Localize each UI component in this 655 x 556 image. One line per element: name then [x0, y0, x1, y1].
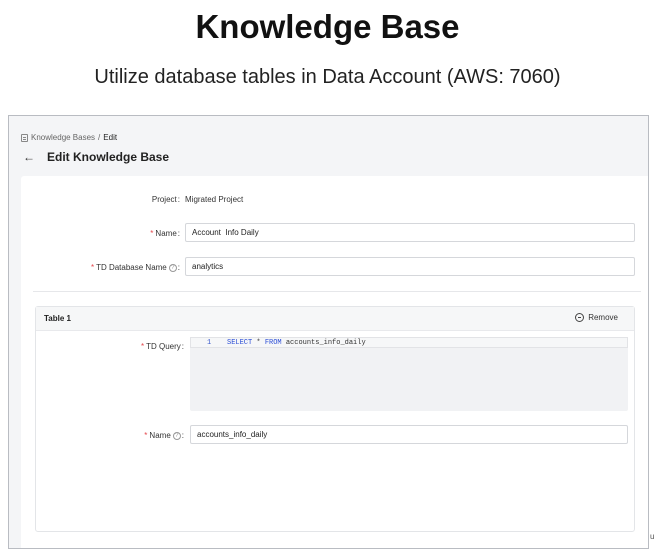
table-name-input[interactable] [190, 425, 628, 444]
project-value: Migrated Project [185, 195, 244, 204]
table-icon [21, 133, 28, 142]
project-label-text: Project [151, 195, 177, 204]
name-input[interactable] [185, 223, 635, 242]
label-colon: : [181, 431, 184, 440]
sql-keyword: SELECT [227, 339, 253, 347]
arrow-left-icon[interactable]: ← [23, 150, 35, 164]
table-name-label: * Name?: [36, 431, 184, 440]
slide-title: Knowledge Base [195, 8, 460, 45]
breadcrumb-separator: / [98, 133, 101, 142]
sql-text: accounts_info_daily [281, 339, 366, 347]
sql-keyword: FROM [264, 339, 282, 347]
breadcrumb-parent[interactable]: Knowledge Bases [31, 133, 95, 142]
label-colon: : [177, 195, 180, 204]
required-mark: * [140, 342, 145, 351]
required-mark: * [150, 229, 154, 238]
editor-line: 1 SELECT * FROM accounts_info_daily [190, 337, 628, 348]
db-label: * TD Database Name?: [21, 263, 180, 272]
sql-query-editor[interactable]: 1 SELECT * FROM accounts_info_daily [190, 337, 628, 411]
database-name-input[interactable] [185, 257, 635, 276]
label-colon: : [177, 229, 180, 238]
table-section-header: Table 1 Remove [36, 307, 634, 331]
table-name-label-text: Name [149, 431, 171, 440]
table-section: Table 1 Remove * TD Query: 1 SELECT * FRO… [35, 306, 635, 532]
required-mark: * [90, 263, 95, 272]
page-header: ← Edit Knowledge Base [23, 150, 169, 164]
sql-text: * [252, 339, 265, 347]
remove-button[interactable]: Remove [575, 313, 618, 322]
td-query-label-text: TD Query [146, 342, 181, 351]
name-label: * Name: [21, 229, 180, 238]
divider [33, 291, 641, 292]
table-title: Table 1 [44, 314, 71, 323]
required-mark: * [144, 431, 148, 440]
name-label-text: Name [155, 229, 177, 238]
remove-label: Remove [588, 313, 618, 322]
db-label-text: TD Database Name [96, 263, 167, 272]
breadcrumb: Knowledge Bases / Edit [21, 133, 117, 142]
page-title: Edit Knowledge Base [47, 150, 170, 164]
question-circle-icon[interactable]: ? [172, 431, 181, 440]
label-colon: : [177, 263, 180, 272]
line-number: 1 [207, 339, 212, 347]
label-colon: : [181, 342, 184, 351]
project-label: Project: [21, 195, 180, 204]
sql-code: SELECT * FROM accounts_info_daily [227, 339, 366, 347]
question-circle-icon[interactable]: ? [168, 263, 177, 272]
slide-subtitle: Utilize database tables in Data Account … [94, 66, 561, 88]
edit-form-card: Project: Migrated Project *Name: *TD Dat… [21, 176, 648, 548]
breadcrumb-current: Edit [103, 133, 118, 142]
app-screenshot: Knowledge Bases / Edit ← Edit Knowledge … [8, 115, 649, 549]
minus-circle-icon [575, 313, 585, 322]
edge-character: u [650, 532, 655, 541]
td-query-label: * TD Query: [36, 342, 184, 351]
